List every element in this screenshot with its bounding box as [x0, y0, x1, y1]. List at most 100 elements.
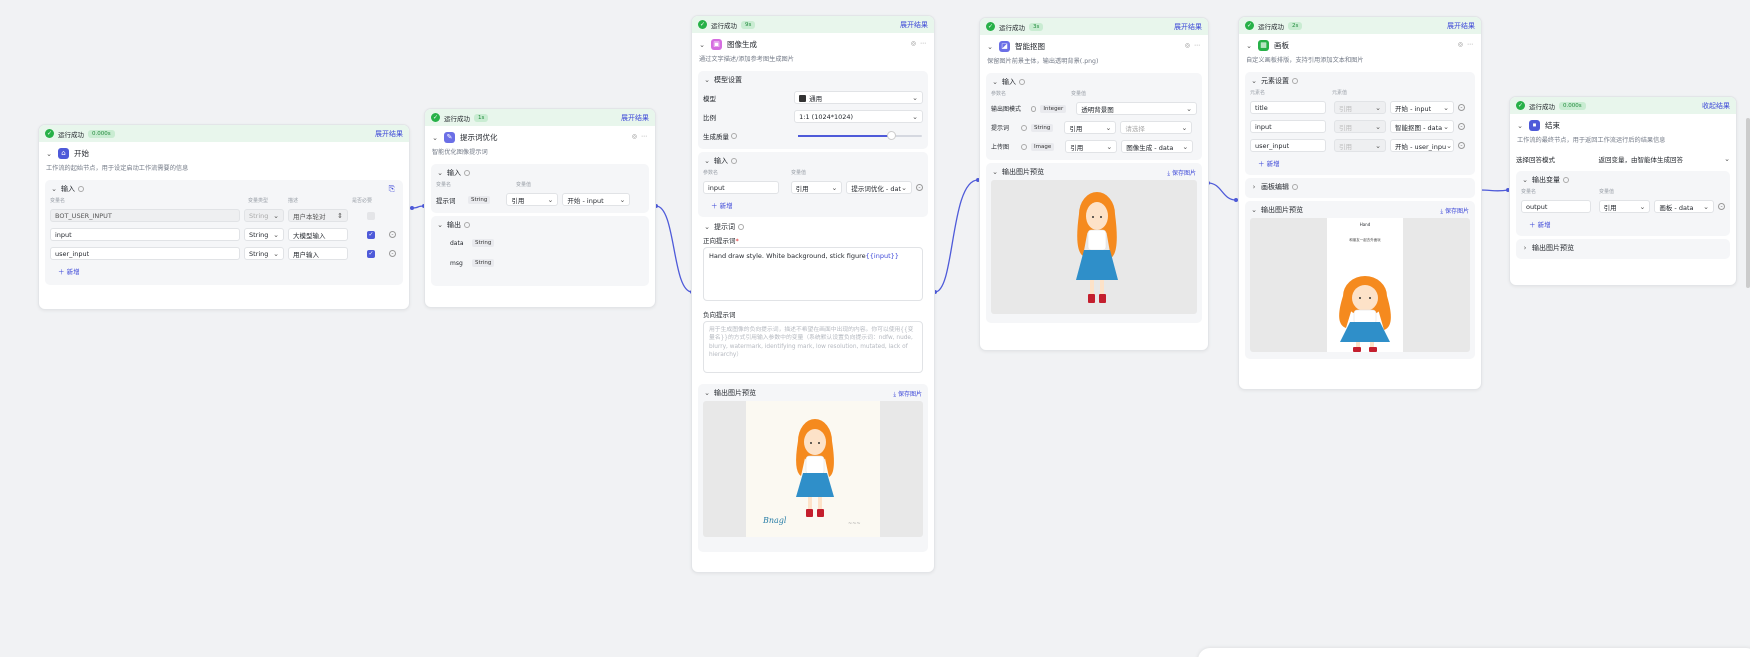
settings-icon[interactable]: ◎	[911, 40, 916, 47]
col-header: 描述	[288, 198, 299, 204]
expand-results-link[interactable]: 展开结果	[1447, 21, 1475, 31]
ref-select[interactable]: 引用	[1070, 142, 1083, 152]
remove-icon[interactable]: -	[1458, 104, 1465, 111]
ref-select[interactable]: 引用	[511, 195, 524, 205]
value-select[interactable]: 提示词优化 - dat	[851, 183, 901, 193]
chevron-down-icon[interactable]: ⌄	[703, 389, 711, 397]
chevron-down-icon[interactable]: ⌄	[1250, 206, 1258, 214]
model-select[interactable]: 通用	[809, 95, 822, 103]
canvas-node[interactable]: ✓ 运行成功 2s 展开结果 ⌄ ▦ 画板 ◎ ⋯ 自定义画板排版，支持引用添加文…	[1238, 16, 1482, 390]
value-select[interactable]: 开始 - input	[567, 195, 603, 205]
remove-icon[interactable]: -	[1718, 203, 1726, 210]
element-name-input[interactable]: input	[1250, 120, 1326, 133]
required-checkbox[interactable]: ✓	[367, 230, 375, 239]
chevron-down-icon[interactable]: ⌄	[45, 150, 53, 158]
remove-icon[interactable]: -	[1458, 142, 1465, 149]
quality-slider[interactable]	[798, 130, 922, 140]
chevron-down-icon[interactable]: ⌄	[698, 41, 706, 49]
chevron-down-icon[interactable]: ⌄	[1250, 77, 1258, 85]
save-image-button[interactable]: ⤓ 保存图片	[893, 389, 922, 399]
section-title: 提示词	[714, 223, 735, 231]
chevron-down-icon[interactable]: ⌄	[703, 223, 711, 231]
var-type-select[interactable]: String	[249, 250, 268, 258]
section-title: 输入	[714, 157, 728, 165]
settings-icon[interactable]: ◎	[1458, 41, 1463, 48]
expand-results-link[interactable]: 展开结果	[375, 129, 403, 139]
ref-select[interactable]: 引用	[1069, 123, 1082, 133]
var-name-input[interactable]: input	[50, 228, 240, 241]
more-icon[interactable]: ⋯	[641, 133, 647, 140]
slider-knob[interactable]	[887, 130, 896, 140]
chevron-down-icon[interactable]: ⌄	[436, 221, 444, 229]
remove-icon[interactable]: -	[916, 184, 923, 191]
remove-icon[interactable]: -	[1458, 123, 1465, 130]
remove-icon[interactable]: -	[389, 250, 396, 257]
more-icon[interactable]: ⋯	[920, 40, 926, 47]
remove-icon[interactable]: -	[389, 231, 396, 238]
value-select[interactable]: 开始 - input	[1395, 103, 1431, 113]
status-bar: ✓ 运行成功 2s 展开结果	[1239, 17, 1481, 34]
expand-results-link[interactable]: 展开结果	[621, 113, 649, 123]
chevron-down-icon[interactable]: ⌄	[703, 157, 711, 165]
more-icon[interactable]: ⋯	[1467, 41, 1473, 48]
chevron-down-icon[interactable]: ⌄	[703, 76, 711, 84]
value-select[interactable]: 智能抠图 - data	[1395, 122, 1442, 132]
value-select[interactable]: 开始 - user_inpu	[1395, 141, 1446, 151]
image-generation-node[interactable]: ✓ 运行成功 9s 展开结果 ⌄ ▣ 图像生成 ◎ ⋯ 通过文字描述/添加参考图生…	[691, 15, 935, 573]
negative-prompt-input[interactable]: 用于生成图像的负向提示词，描述不希望在画面中出现的内容。你可以使用{{变量名}}…	[703, 321, 923, 373]
node-description: 工作流的起始节点，用于设定启动工作流需要的信息	[46, 165, 189, 172]
save-image-button[interactable]: ⤓ 保存图片	[1440, 206, 1469, 216]
start-node[interactable]: ✓ 运行成功 0.000s 展开结果 ⌄ ⌂ 开始 工作流的起始节点，用于设定启…	[38, 124, 410, 310]
chevron-down-icon[interactable]: ⌄	[1245, 42, 1253, 50]
chevron-down-icon[interactable]: ⌄	[50, 185, 58, 193]
element-name-input[interactable]: title	[1250, 101, 1326, 114]
chevron-right-icon[interactable]: ›	[1521, 244, 1529, 252]
answer-mode-select[interactable]: 返回变量，由智能体生成回答 ⌄	[1599, 154, 1731, 164]
chevron-down-icon[interactable]: ⌄	[1516, 122, 1524, 130]
element-name-input[interactable]: user_input	[1250, 139, 1326, 152]
chevron-down-icon[interactable]: ⌄	[431, 134, 439, 142]
ratio-select[interactable]: 1:1 (1024*1024)	[799, 113, 853, 121]
end-node[interactable]: ✓ 运行成功 0.000s 收起结果 ⌄ ⏹ 结束 工作流的最终节点，用于返回工…	[1509, 96, 1737, 286]
prompt-optimize-icon: ✎	[444, 132, 455, 143]
var-type-select[interactable]: String	[249, 231, 268, 239]
value-select[interactable]: 图像生成 - data	[1126, 142, 1173, 152]
settings-icon[interactable]: ◎	[1185, 42, 1190, 49]
chevron-down-icon[interactable]: ⌄	[991, 168, 999, 176]
chevron-down-icon[interactable]: ⌄	[436, 169, 444, 177]
input-section: ⌄ 输入 参数名 变量值 input 引用 ⌄ 提示词优化 - dat ⌄ - ＋ 新增	[698, 152, 928, 217]
value-select[interactable]: 画板 - data	[1659, 202, 1693, 212]
mode-select[interactable]: 透明背景图	[1081, 104, 1114, 114]
var-name-input[interactable]: output	[1521, 200, 1591, 213]
add-variable-button[interactable]: ＋ 新增	[1521, 216, 1725, 232]
settings-icon[interactable]: ◎	[632, 133, 637, 140]
ref-select[interactable]: 引用	[1604, 202, 1617, 212]
add-element-button[interactable]: ＋ 新增	[1250, 155, 1470, 171]
more-icon[interactable]: ⋯	[1194, 42, 1200, 49]
add-variable-button[interactable]: ＋ 新增	[50, 263, 398, 279]
collapse-results-link[interactable]: 收起结果	[1702, 101, 1730, 111]
chevron-down-icon[interactable]: ⌄	[986, 43, 994, 51]
ref-select[interactable]: 引用	[796, 183, 809, 193]
import-icon[interactable]: ⎘	[389, 184, 395, 194]
prompt-optimize-node[interactable]: ✓ 运行成功 1s 展开结果 ⌄ ✎ 提示词优化 ◎ ⋯ 智能优化图像提示词 ⌄ 输…	[424, 108, 656, 308]
expand-results-link[interactable]: 展开结果	[1174, 22, 1202, 32]
add-param-button[interactable]: ＋ 新增	[703, 197, 923, 213]
required-checkbox[interactable]: ✓	[367, 249, 375, 258]
girl-illustration: Bnagl ~~~	[762, 419, 861, 527]
value-select[interactable]: 请选择	[1125, 123, 1145, 133]
expand-results-link[interactable]: 展开结果	[900, 20, 928, 30]
param-name-input[interactable]: input	[703, 181, 779, 194]
chevron-right-icon[interactable]: ›	[1250, 183, 1258, 191]
var-desc-input[interactable]: 大模型输入	[288, 228, 348, 241]
var-name-input[interactable]: user_input	[50, 247, 240, 260]
chevron-down-icon[interactable]: ⌄	[1521, 176, 1529, 184]
type-tag: Image	[1031, 142, 1055, 151]
save-image-button[interactable]: ⤓ 保存图片	[1167, 168, 1196, 178]
positive-prompt-input[interactable]: Hand draw style. White background, stick…	[703, 247, 923, 301]
chevron-down-icon[interactable]: ⌄	[991, 78, 999, 86]
smart-matting-node[interactable]: ✓ 运行成功 3s 展开结果 ⌄ ◪ 智能抠图 ◎ ⋯ 保留图片前景主体，输出透明…	[979, 17, 1209, 351]
var-desc-input[interactable]: 用户输入	[288, 247, 348, 260]
vertical-scrollbar[interactable]	[1746, 118, 1750, 288]
param-label: 提示词	[436, 196, 456, 205]
